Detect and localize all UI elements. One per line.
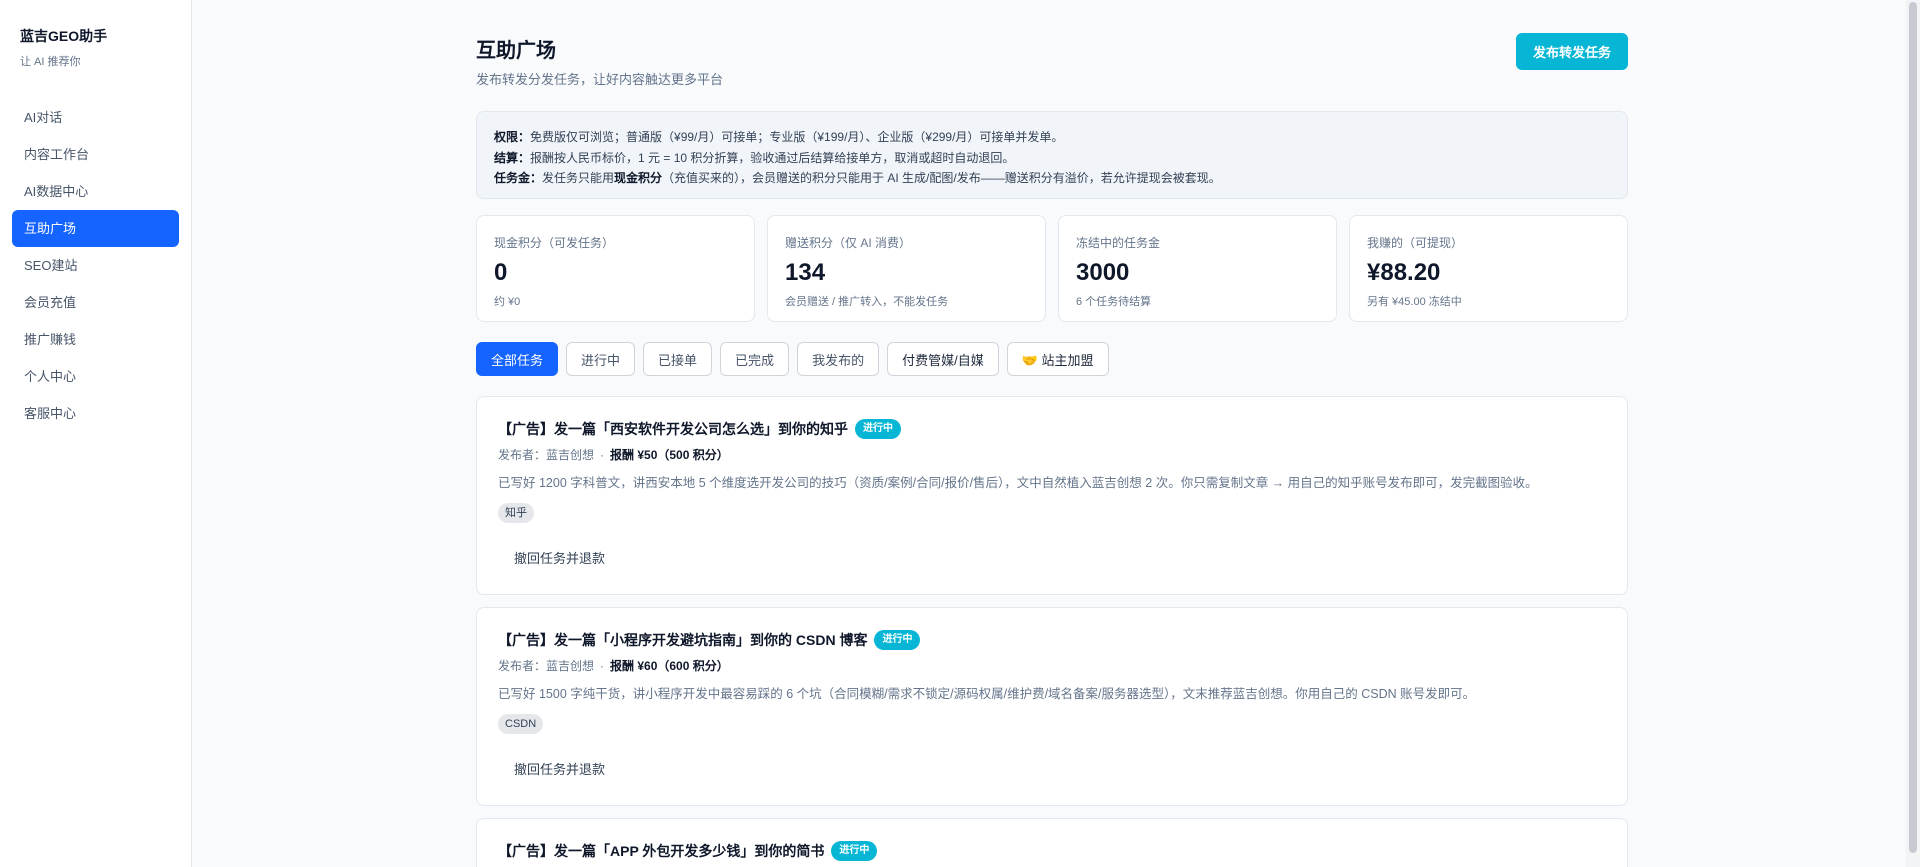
filter-tabs: 全部任务 进行中 已接单 已完成 我发布的 付费管媒/自媒 🤝 站主加盟 [476, 342, 1109, 376]
sidebar-item-ai-data-center[interactable]: AI数据中心 [12, 173, 179, 210]
meta-separator: · [600, 448, 605, 462]
task-publisher: 发布者：蓝吉创想 [498, 659, 595, 673]
stat-label: 赠送积分（仅 AI 消费） [785, 236, 912, 250]
stat-label: 现金积分（可发任务） [494, 236, 615, 250]
sidebar-item-customer-service[interactable]: 客服中心 [12, 395, 179, 432]
platform-tag: 知乎 [498, 503, 534, 523]
main-content: 互助广场 发布转发分发任务，让好内容触达更多平台 发布转发任务 权限：免费版仅可… [476, 0, 1628, 867]
task-title[interactable]: 【广告】发一篇「西安软件开发公司怎么选」到你的知乎 [498, 419, 848, 439]
notice-funds-text-1: 发任务只能用 [542, 171, 615, 185]
sidebar: 蓝吉GEO助手 让 AI 推荐你 AI对话 内容工作台 AI数据中心 互助广场 … [0, 0, 192, 867]
stat-value: 134 [785, 259, 826, 286]
task-card: 【广告】发一篇「APP 外包开发多少钱」到你的简书 进行中 [476, 818, 1628, 867]
sidebar-item-ai-chat[interactable]: AI对话 [12, 99, 179, 136]
task-meta: 发布者：蓝吉创想 · 报酬 ¥60（600 积分） [498, 657, 1606, 674]
task-publisher: 发布者：蓝吉创想 [498, 448, 595, 462]
stat-value: 3000 [1076, 259, 1130, 286]
filter-site-partner[interactable]: 🤝 站主加盟 [1006, 342, 1109, 376]
sidebar-item-content-workbench[interactable]: 内容工作台 [12, 136, 179, 173]
withdraw-refund-button[interactable]: 撤回任务并退款 [514, 548, 605, 567]
stat-label: 我赚的（可提现） [1367, 236, 1464, 250]
stat-cash-points: 现金积分（可发任务） 0 约 ¥0 [476, 215, 755, 322]
sidebar-nav: AI对话 内容工作台 AI数据中心 互助广场 SEO建站 会员充值 推广赚钱 个… [0, 99, 191, 432]
stat-my-earnings: 我赚的（可提现） ¥88.20 另有 ¥45.00 冻结中 [1349, 215, 1628, 322]
status-badge: 进行中 [831, 841, 878, 861]
rules-notice: 权限：免费版仅可浏览；普通版（¥99/月）可接单；专业版（¥199/月）、企业版… [476, 111, 1628, 199]
platform-tag: CSDN [498, 714, 544, 734]
filter-accepted[interactable]: 已接单 [643, 342, 713, 376]
page-header: 互助广场 发布转发分发任务，让好内容触达更多平台 发布转发任务 [476, 0, 1628, 110]
sidebar-item-membership-recharge[interactable]: 会员充值 [12, 284, 179, 321]
stat-gift-points: 赠送积分（仅 AI 消费） 134 会员赠送 / 推广转入，不能发任务 [767, 215, 1046, 322]
sidebar-item-mutual-help-plaza[interactable]: 互助广场 [12, 210, 179, 247]
task-title-row: 【广告】发一篇「西安软件开发公司怎么选」到你的知乎 进行中 [498, 419, 1606, 439]
task-description: 已写好 1200 字科普文，讲西安本地 5 个维度选开发公司的技巧（资质/案例/… [498, 476, 1538, 490]
sidebar-item-personal-center[interactable]: 个人中心 [12, 358, 179, 395]
task-title-row: 【广告】发一篇「小程序开发避坑指南」到你的 CSDN 博客 进行中 [498, 630, 1606, 650]
brand-tagline: 让 AI 推荐你 [20, 56, 81, 68]
task-title[interactable]: 【广告】发一篇「小程序开发避坑指南」到你的 CSDN 博客 [498, 630, 867, 650]
task-title[interactable]: 【广告】发一篇「APP 外包开发多少钱」到你的简书 [498, 841, 824, 861]
scrollbar-thumb[interactable] [1909, 2, 1917, 853]
meta-separator: · [600, 659, 605, 673]
brand: 蓝吉GEO助手 让 AI 推荐你 [0, 0, 191, 69]
task-description: 已写好 1500 字纯干货，讲小程序开发中最容易踩的 6 个坑（合同模糊/需求不… [498, 687, 1476, 701]
task-meta: 发布者：蓝吉创想 · 报酬 ¥50（500 积分） [498, 446, 1606, 463]
status-badge: 进行中 [874, 630, 921, 650]
publish-task-button[interactable]: 发布转发任务 [1515, 33, 1628, 70]
sidebar-item-seo-site[interactable]: SEO建站 [12, 247, 179, 284]
stat-note: 约 ¥0 [494, 296, 521, 308]
notice-permission-label: 权限： [494, 130, 531, 144]
task-reward: 报酬 ¥50（500 积分） [610, 448, 729, 462]
notice-settlement-text: 报酬按人民币标价，1 元 = 10 积分折算，验收通过后结算给接单方，取消或超时… [530, 150, 1015, 165]
page-subtitle: 发布转发分发任务，让好内容触达更多平台 [476, 72, 724, 87]
notice-funds-label: 任务金： [494, 171, 543, 185]
task-title-row: 【广告】发一篇「APP 外包开发多少钱」到你的简书 进行中 [498, 841, 1606, 861]
notice-permission-text: 免费版仅可浏览；普通版（¥99/月）可接单；专业版（¥199/月）、企业版（¥2… [530, 130, 1064, 144]
notice-settlement-label: 结算： [494, 150, 531, 165]
filter-in-progress[interactable]: 进行中 [566, 342, 636, 376]
filter-my-published[interactable]: 我发布的 [797, 342, 880, 376]
filter-all-tasks[interactable]: 全部任务 [476, 342, 559, 376]
filter-completed[interactable]: 已完成 [720, 342, 790, 376]
page-title: 互助广场 [476, 40, 556, 62]
sidebar-item-referral-earnings[interactable]: 推广赚钱 [12, 321, 179, 358]
notice-funds-bold: 现金积分 [614, 171, 663, 185]
stat-frozen-funds: 冻结中的任务金 3000 6 个任务待结算 [1058, 215, 1337, 322]
withdraw-refund-button[interactable]: 撤回任务并退款 [514, 759, 605, 778]
notice-settlement: 结算：报酬按人民币标价，1 元 = 10 积分折算，验收通过后结算给接单方，取消… [494, 148, 1610, 169]
stat-label: 冻结中的任务金 [1076, 236, 1161, 250]
stat-note: 另有 ¥45.00 冻结中 [1367, 296, 1462, 308]
task-card: 【广告】发一篇「小程序开发避坑指南」到你的 CSDN 博客 进行中 发布者：蓝吉… [476, 607, 1628, 806]
filter-paid-media[interactable]: 付费管媒/自媒 [887, 342, 999, 376]
stat-value: 0 [494, 259, 508, 286]
stats-row: 现金积分（可发任务） 0 约 ¥0 赠送积分（仅 AI 消费） 134 会员赠送… [476, 215, 1628, 322]
task-card: 【广告】发一篇「西安软件开发公司怎么选」到你的知乎 进行中 发布者：蓝吉创想 · 报… [476, 396, 1628, 595]
brand-name: 蓝吉GEO助手 [20, 28, 108, 44]
stat-value: ¥88.20 [1367, 259, 1441, 286]
page-scrollbar[interactable] [1906, 0, 1920, 867]
stat-note: 6 个任务待结算 [1076, 296, 1152, 308]
stat-note: 会员赠送 / 推广转入，不能发任务 [785, 296, 949, 308]
task-reward: 报酬 ¥60（600 积分） [610, 659, 729, 673]
notice-permission: 权限：免费版仅可浏览；普通版（¥99/月）可接单；专业版（¥199/月）、企业版… [494, 127, 1610, 148]
status-badge: 进行中 [855, 419, 901, 439]
notice-funds: 任务金：发任务只能用现金积分（充值买来的），会员赠送的积分只能用于 AI 生成/… [494, 168, 1610, 189]
notice-funds-text-2: （充值买来的），会员赠送的积分只能用于 AI 生成/配图/发布——赠送积分有溢价… [662, 171, 1221, 185]
